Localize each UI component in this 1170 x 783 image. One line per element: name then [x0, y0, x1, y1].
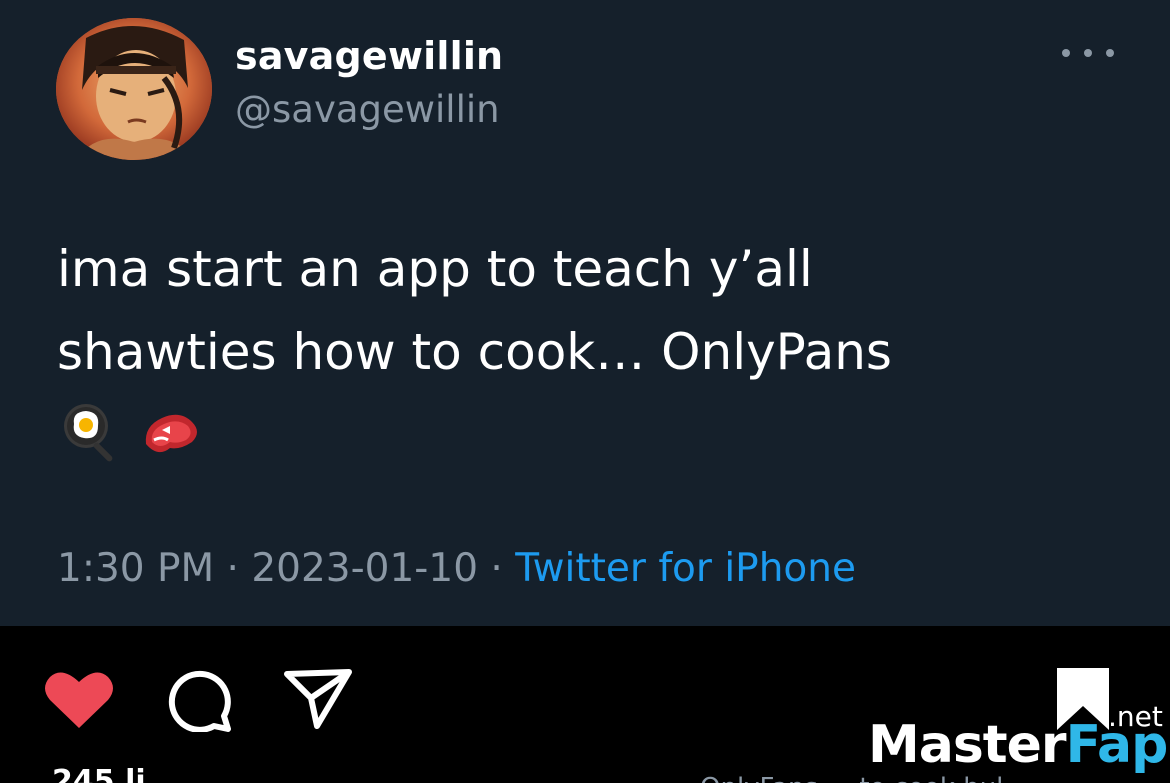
tweet-meta: 1:30 PM · 2023-01-10 · Twitter for iPhon… [57, 546, 856, 591]
more-dot-icon [1106, 49, 1114, 57]
tweet-date: 2023-01-10 [251, 546, 479, 591]
display-name[interactable]: savagewillin [235, 34, 503, 78]
avatar[interactable] [56, 18, 212, 160]
tweet-text-line: shawties how to cook… OnlyPans [57, 323, 892, 381]
tweet-text: ima start an app to teach y’all shawties… [57, 228, 1117, 394]
user-handle[interactable]: @savagewillin [235, 88, 500, 131]
likes-count: 245 li [52, 764, 146, 783]
watermark-suffix: .net [1108, 700, 1163, 733]
emoji-row [60, 400, 204, 464]
comment-icon[interactable] [166, 666, 232, 732]
more-dot-icon [1084, 49, 1092, 57]
steak-emoji [145, 414, 197, 453]
avatar-image [56, 18, 212, 160]
tweet-card: savagewillin @savagewillin ima start an … [0, 0, 1170, 626]
meta-separator: · [478, 546, 516, 591]
more-dot-icon [1062, 49, 1070, 57]
egg-in-pan-emoji [64, 404, 113, 462]
tweet-time: 1:30 PM [57, 546, 215, 591]
share-icon[interactable] [283, 668, 353, 730]
watermark-part1: Master [868, 715, 1067, 775]
meta-separator: · [214, 546, 252, 591]
tweet-text-line: ima start an app to teach y’all [57, 240, 813, 298]
heart-icon[interactable] [44, 668, 114, 730]
more-options-button[interactable] [1062, 38, 1114, 68]
tweet-source-link[interactable]: Twitter for iPhone [515, 546, 856, 591]
